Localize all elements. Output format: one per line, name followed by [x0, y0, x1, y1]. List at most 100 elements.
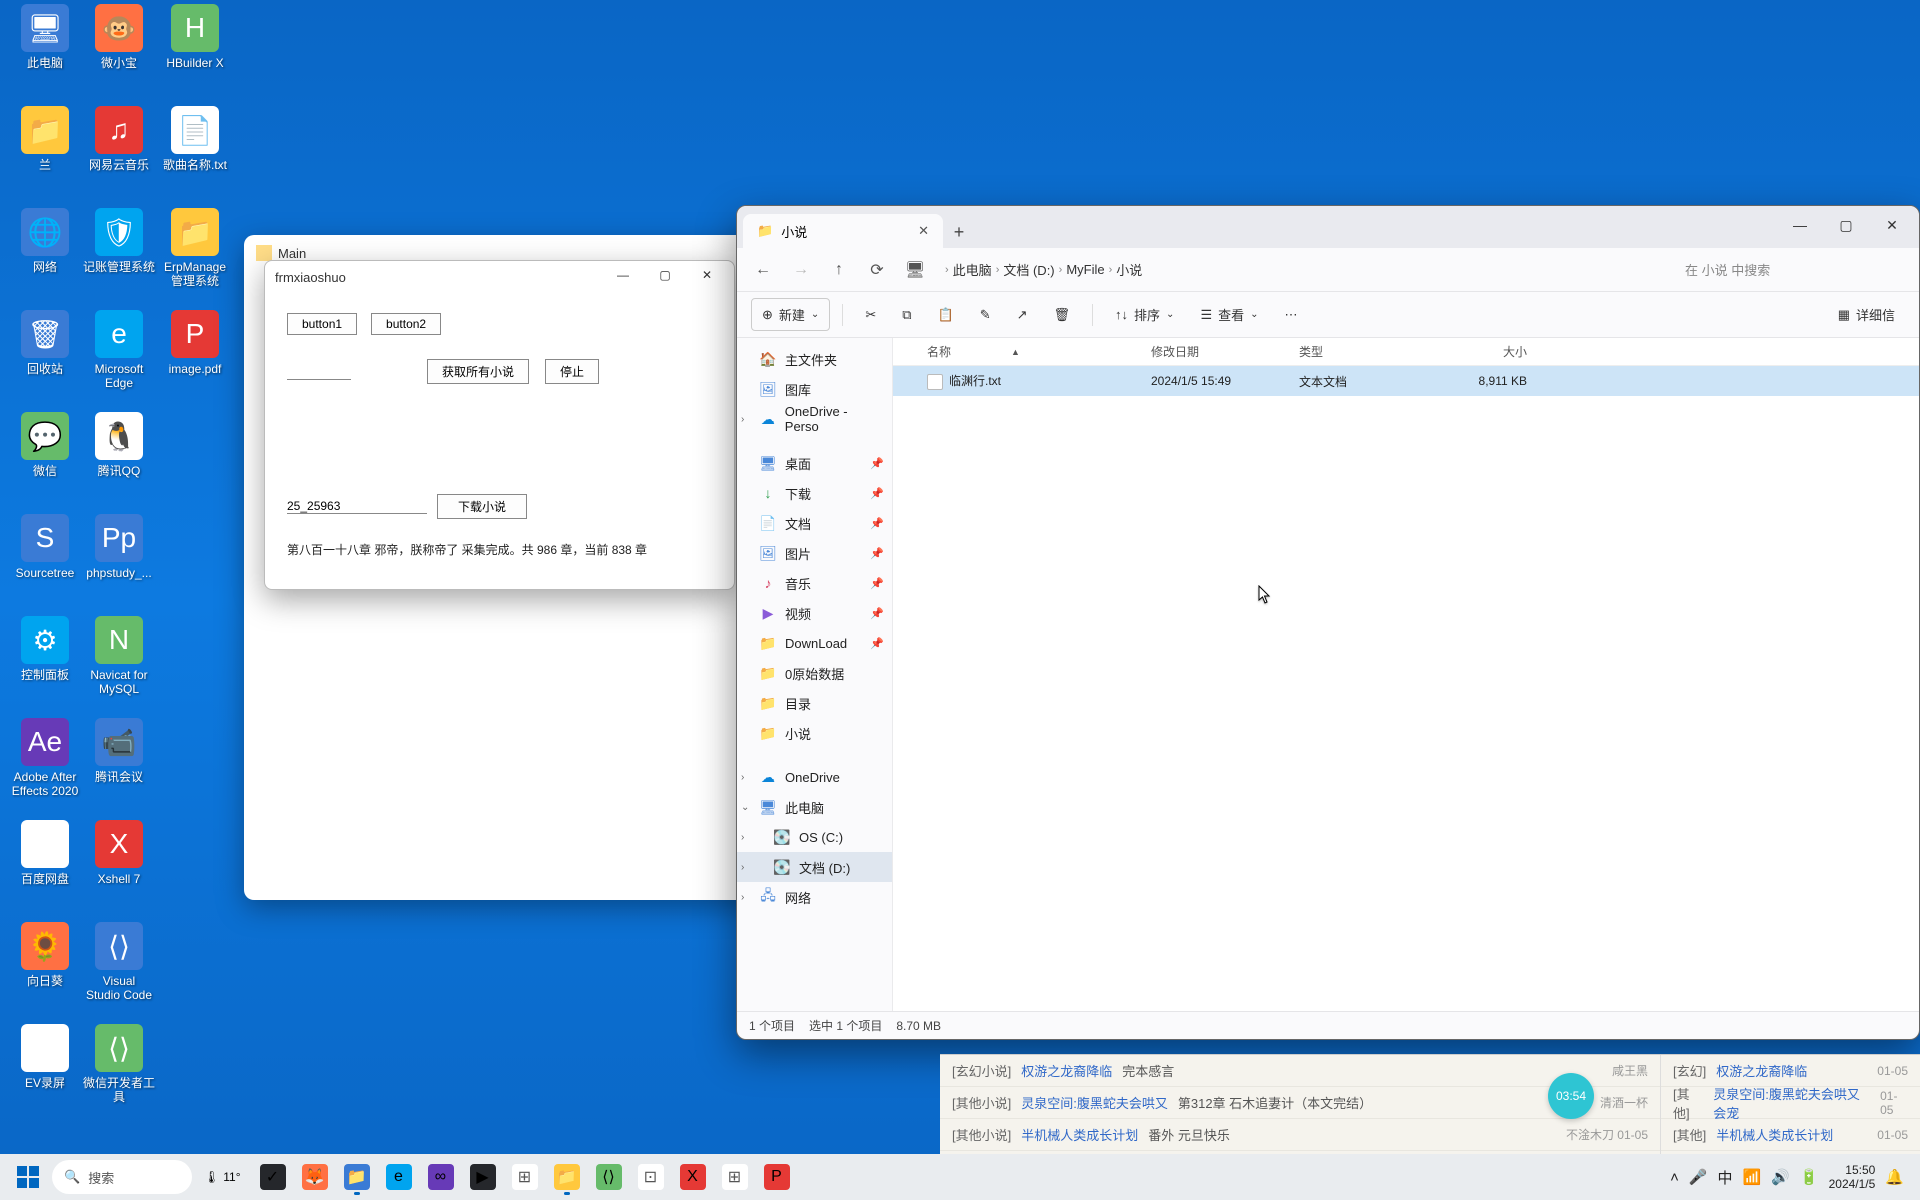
desktop-icon[interactable]: ⟨⟩微信开发者工具 [82, 1024, 156, 1116]
taskbar-app[interactable]: ⊞ [505, 1157, 545, 1197]
mic-icon[interactable]: 🎤 [1689, 1168, 1708, 1186]
sidebar-item[interactable]: ♪音乐📌 [737, 568, 892, 598]
rename-button[interactable]: ✎ [970, 301, 1001, 329]
sidebar-item[interactable]: ›🖧网络 [737, 882, 892, 912]
sidebar-item[interactable]: 📁0原始数据 [737, 658, 892, 688]
sidebar-item[interactable]: ›☁OneDrive - Perso [737, 404, 892, 434]
ime-icon[interactable]: 中 [1718, 1167, 1733, 1188]
taskbar-app[interactable]: ✓ [253, 1157, 293, 1197]
desktop-icon[interactable]: ⚙控制面板 [8, 616, 82, 708]
novel-row[interactable]: [其他]半机械人类成长计划01-05 [1661, 1119, 1920, 1151]
desktop-icon[interactable]: ☁百度网盘 [8, 820, 82, 912]
desktop-icon[interactable]: 🗑回收站 [8, 310, 82, 402]
new-tab-button[interactable]: + [943, 216, 975, 248]
more-button[interactable]: ⋯ [1275, 301, 1308, 329]
sidebar-item[interactable]: ▶视频📌 [737, 598, 892, 628]
desktop-icon[interactable]: 📹腾讯会议 [82, 718, 156, 810]
desktop-icon[interactable]: HHBuilder X [158, 4, 232, 96]
notifications-icon[interactable]: 🔔 [1885, 1168, 1904, 1186]
desktop-icon[interactable]: 🛡记账管理系统 [82, 208, 156, 300]
sort-button[interactable]: ↑↓ 排序 ⌄ [1105, 299, 1184, 330]
desktop-icon[interactable]: eMicrosoftEdge [82, 310, 156, 402]
crumb[interactable]: 小说 [1116, 260, 1142, 279]
taskbar-app[interactable]: 🦊 [295, 1157, 335, 1197]
download-novel-button[interactable]: 下载小说 [437, 494, 527, 519]
explorer-tab[interactable]: 📁 小说 ✕ [743, 214, 943, 248]
novel-row[interactable]: [其他小说]半机械人类成长计划番外 元旦快乐不淦木刀 01-05 [940, 1119, 1660, 1151]
volume-icon[interactable]: 🔊 [1771, 1168, 1790, 1186]
minimize-button[interactable]: — [602, 261, 644, 289]
explorer-search-input[interactable]: 在 小说 中搜索 [1675, 255, 1909, 285]
col-name[interactable]: 名称▲ [893, 343, 1141, 360]
clock[interactable]: 15:50 2024/1/5 [1829, 1163, 1876, 1191]
sidebar-item[interactable]: ›☁OneDrive [737, 762, 892, 792]
crumb[interactable]: 文档 (D:) [1003, 260, 1054, 279]
novel-title[interactable]: 灵泉空间:腹黑蛇夫会哄又会宠 [1713, 1084, 1870, 1122]
weather-widget[interactable]: 🌡 11° [196, 1157, 249, 1197]
sidebar-item[interactable]: 🖼图库 [737, 374, 892, 404]
button1[interactable]: button1 [287, 313, 357, 335]
novel-title[interactable]: 权游之龙裔降临 [1716, 1061, 1807, 1080]
novel-title[interactable]: 权游之龙裔降临 [1021, 1061, 1112, 1080]
desktop-icon[interactable]: 🌐网络 [8, 208, 82, 300]
desktop-icon[interactable]: 💬微信 [8, 412, 82, 504]
maximize-button[interactable]: ▢ [1823, 206, 1869, 244]
desktop-icon[interactable]: Ppphpstudy_... [82, 514, 156, 606]
novel-title[interactable]: 半机械人类成长计划 [1716, 1125, 1833, 1144]
cut-button[interactable]: ✂ [855, 301, 886, 329]
frm-titlebar[interactable]: frmxiaoshuo — ▢ ✕ [265, 261, 734, 293]
back-button[interactable]: ← [747, 254, 779, 286]
novel-title[interactable]: 半机械人类成长计划 [1021, 1125, 1138, 1144]
desktop-icon[interactable]: ♫网易云音乐 [82, 106, 156, 198]
sidebar-item[interactable]: ›💽文档 (D:) [737, 852, 892, 882]
sidebar-item[interactable]: 📄文档📌 [737, 508, 892, 538]
sidebar-item[interactable]: ⌄🖥此电脑 [737, 792, 892, 822]
desktop-icon[interactable]: NNavicat forMySQL [82, 616, 156, 708]
column-headers[interactable]: 名称▲ 修改日期 类型 大小 [893, 338, 1919, 366]
novel-row[interactable]: [其他]灵泉空间:腹黑蛇夫会哄又会宠01-05 [1661, 1087, 1920, 1119]
taskbar-app[interactable]: e [379, 1157, 419, 1197]
text-input-blank[interactable] [287, 364, 351, 380]
novel-row[interactable]: [玄幻]权游之龙裔降临01-05 [1661, 1055, 1920, 1087]
sidebar-item[interactable]: 📁小说 [737, 718, 892, 748]
minimize-button[interactable]: — [1777, 206, 1823, 244]
taskbar-app[interactable]: ▶ [463, 1157, 503, 1197]
desktop-icon[interactable]: 📁兰 [8, 106, 82, 198]
taskbar-app[interactable]: ⊡ [631, 1157, 671, 1197]
get-all-novels-button[interactable]: 获取所有小说 [427, 359, 529, 384]
desktop-icon[interactable]: 📁ErpManage管理系统 [158, 208, 232, 300]
close-tab-button[interactable]: ✕ [918, 223, 929, 239]
close-button[interactable]: ✕ [1869, 206, 1915, 244]
taskbar-app[interactable]: X [673, 1157, 713, 1197]
explorer-file-list[interactable]: 名称▲ 修改日期 类型 大小 临渊行.txt 2024/1/5 15:49 文本… [893, 338, 1919, 1011]
taskbar-app[interactable]: ⊞ [715, 1157, 755, 1197]
taskbar-app[interactable]: 📁 [337, 1157, 377, 1197]
refresh-button[interactable]: ⟳ [861, 254, 893, 286]
stop-button[interactable]: 停止 [545, 359, 599, 384]
delete-button[interactable]: 🗑 [1044, 301, 1081, 329]
crumb[interactable]: MyFile [1066, 262, 1104, 277]
desktop-icon[interactable]: 🐵微小宝 [82, 4, 156, 96]
taskbar-search[interactable]: 🔍 搜索 [52, 1160, 192, 1194]
novel-id-input[interactable] [287, 499, 427, 514]
tray-chevron-icon[interactable]: ˄ [1670, 1169, 1679, 1186]
crumb[interactable]: 此电脑 [953, 260, 992, 279]
taskbar-app[interactable]: ∞ [421, 1157, 461, 1197]
sidebar-item[interactable]: 🏠主文件夹 [737, 344, 892, 374]
novel-title[interactable]: 灵泉空间:腹黑蛇夫会哄又 [1021, 1093, 1168, 1112]
taskbar-app[interactable]: ⟨⟩ [589, 1157, 629, 1197]
desktop-icon[interactable]: 🐧腾讯QQ [82, 412, 156, 504]
col-date[interactable]: 修改日期 [1141, 343, 1289, 360]
sidebar-item[interactable]: 🖼图片📌 [737, 538, 892, 568]
taskbar-app[interactable]: 📁 [547, 1157, 587, 1197]
new-button[interactable]: ⊕ 新建 ⌄ [751, 298, 830, 331]
desktop-icon[interactable]: AeAdobe AfterEffects 2020 [8, 718, 82, 810]
desktop-icon[interactable]: Pimage.pdf [158, 310, 232, 402]
view-button[interactable]: ☰ 查看 ⌄ [1190, 299, 1268, 330]
timer-badge[interactable]: 03:54 [1548, 1073, 1594, 1119]
details-pane-button[interactable]: ▦ 详细信 [1828, 299, 1905, 330]
file-row[interactable]: 临渊行.txt 2024/1/5 15:49 文本文档 8,911 KB [893, 366, 1919, 396]
sidebar-item[interactable]: 🖥桌面📌 [737, 448, 892, 478]
pc-icon[interactable]: 🖥 [899, 254, 931, 286]
sidebar-item[interactable]: 📁DownLoad📌 [737, 628, 892, 658]
